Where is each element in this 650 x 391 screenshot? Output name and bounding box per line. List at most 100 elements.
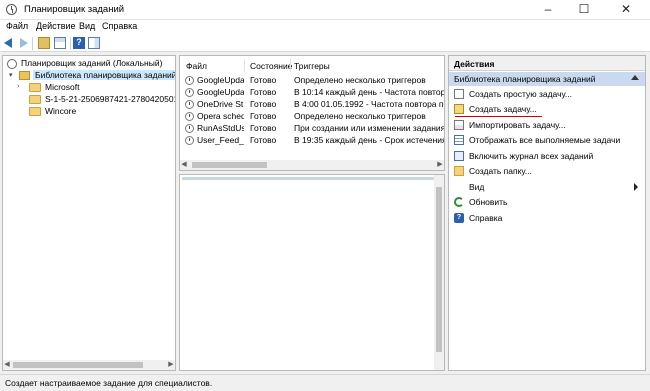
submenu-arrow-icon bbox=[634, 183, 638, 191]
tree-item-root[interactable]: Планировщик заданий (Локальный) bbox=[3, 58, 175, 70]
toolbar-separator bbox=[70, 37, 71, 50]
task-name: GoogleUpda... bbox=[197, 87, 244, 97]
scrollbar-thumb[interactable] bbox=[436, 187, 442, 352]
task-details-pane bbox=[179, 174, 445, 371]
action-new-folder[interactable]: Создать папку... bbox=[449, 164, 645, 178]
table-row[interactable]: User_Feed_S... Готово В 19:35 каждый ден… bbox=[180, 135, 444, 147]
action-refresh[interactable]: Обновить bbox=[449, 195, 645, 209]
task-icon bbox=[185, 124, 194, 133]
task-state: Готово bbox=[250, 99, 277, 109]
action-show-running-tasks[interactable]: Отображать все выполняемые задачи bbox=[449, 133, 645, 147]
action-pane-icon[interactable] bbox=[88, 37, 100, 49]
task-list-horizontal-scrollbar[interactable]: ◀ ▶ bbox=[180, 160, 444, 170]
menu-view[interactable]: Вид bbox=[79, 21, 95, 31]
tree-item-label: Microsoft bbox=[45, 82, 80, 92]
action-label: Вид bbox=[469, 182, 485, 192]
action-create-task[interactable]: Создать задачу... bbox=[449, 102, 645, 116]
task-icon bbox=[185, 100, 194, 109]
task-icon bbox=[185, 112, 194, 121]
actions-title: Действия bbox=[449, 56, 645, 71]
details-header-strip bbox=[182, 177, 442, 180]
scroll-left-icon[interactable]: ◀ bbox=[3, 360, 11, 370]
column-header-triggers[interactable]: Триггеры bbox=[294, 61, 330, 71]
details-vertical-scrollbar[interactable] bbox=[434, 175, 444, 370]
task-state: Готово bbox=[250, 111, 277, 121]
history-log-icon bbox=[454, 151, 464, 161]
table-row[interactable]: Opera sched... Готово Определено несколь… bbox=[180, 111, 444, 123]
table-row[interactable]: RunAsStdUs... Готово При создании или из… bbox=[180, 123, 444, 135]
action-import-task[interactable]: Импортировать задачу... bbox=[449, 118, 645, 132]
toolbar: ? bbox=[0, 35, 650, 52]
column-separator bbox=[244, 59, 245, 72]
action-label: Создать задачу... bbox=[469, 104, 537, 114]
action-label: Создать простую задачу... bbox=[469, 89, 572, 99]
chevron-right-icon[interactable]: › bbox=[17, 83, 19, 90]
task-trigger: В 19:35 каждый день - Срок истечения дей bbox=[294, 135, 444, 145]
forward-icon[interactable] bbox=[17, 37, 29, 49]
task-name: User_Feed_S... bbox=[197, 135, 244, 145]
tree-horizontal-scrollbar[interactable]: ◀ ▶ bbox=[3, 360, 175, 370]
task-scheduler-icon bbox=[7, 59, 17, 69]
close-button[interactable]: ✕ bbox=[602, 0, 650, 20]
chevron-down-icon[interactable]: ▾ bbox=[9, 71, 13, 79]
running-tasks-icon bbox=[454, 135, 464, 145]
task-state: Готово bbox=[250, 87, 277, 97]
task-name: GoogleUpda... bbox=[197, 75, 244, 85]
task-scheduler-app-icon bbox=[6, 4, 17, 15]
action-label: Создать папку... bbox=[469, 166, 532, 176]
title-bar: Планировщик заданий – ☐ ✕ bbox=[0, 0, 650, 20]
column-header-file[interactable]: Файл bbox=[186, 61, 207, 71]
navigation-tree: Планировщик заданий (Локальный) ▾ Библио… bbox=[2, 55, 176, 371]
menu-help[interactable]: Справка bbox=[102, 21, 137, 31]
scroll-right-icon[interactable]: ▶ bbox=[167, 360, 175, 370]
task-name: Opera sched... bbox=[197, 111, 244, 121]
tree-item-label: Планировщик заданий (Локальный) bbox=[21, 58, 163, 68]
task-trigger: Определено несколько триггеров bbox=[294, 111, 426, 121]
action-label: Включить журнал всех заданий bbox=[469, 151, 594, 161]
task-state: Готово bbox=[250, 123, 277, 133]
actions-pane: Действия Библиотека планировщика заданий… bbox=[448, 55, 646, 371]
help-icon[interactable]: ? bbox=[73, 37, 85, 49]
task-list: Файл Состояние Триггеры GoogleUpda... Го… bbox=[179, 55, 445, 171]
action-enable-history[interactable]: Включить журнал всех заданий bbox=[449, 149, 645, 163]
table-row[interactable]: OneDrive St... Готово В 4:00 01.05.1992 … bbox=[180, 99, 444, 111]
actions-group-header[interactable]: Библиотека планировщика заданий bbox=[449, 72, 645, 86]
task-name: RunAsStdUs... bbox=[197, 123, 244, 133]
menu-action[interactable]: Действие bbox=[36, 21, 76, 31]
table-row[interactable]: GoogleUpda... Готово В 10:14 каждый день… bbox=[180, 87, 444, 99]
action-help[interactable]: ? Справка bbox=[449, 211, 645, 225]
toolbar-separator bbox=[32, 37, 33, 50]
scroll-right-icon[interactable]: ▶ bbox=[436, 160, 444, 170]
actions-group-label: Библиотека планировщика заданий bbox=[454, 74, 596, 84]
tree-item-library[interactable]: ▾ Библиотека планировщика заданий bbox=[3, 70, 175, 82]
collapse-icon[interactable] bbox=[631, 75, 639, 80]
refresh-icon bbox=[454, 197, 464, 207]
scrollbar-thumb[interactable] bbox=[192, 162, 267, 168]
up-folder-icon[interactable] bbox=[38, 37, 50, 49]
maximize-button[interactable]: ☐ bbox=[566, 0, 602, 20]
task-trigger: Определено несколько триггеров bbox=[294, 75, 426, 85]
scrollbar-thumb[interactable] bbox=[13, 362, 143, 368]
task-trigger: При создании или изменении задания bbox=[294, 123, 444, 133]
table-row[interactable]: GoogleUpda... Готово Определено нескольк… bbox=[180, 75, 444, 87]
task-state: Готово bbox=[250, 135, 277, 145]
menu-bar: Файл Действие Вид Справка bbox=[0, 20, 650, 35]
action-create-basic-task[interactable]: Создать простую задачу... bbox=[449, 87, 645, 101]
column-header-state[interactable]: Состояние bbox=[250, 61, 292, 71]
task-trigger: В 10:14 каждый день - Частота повтора по… bbox=[294, 87, 444, 97]
minimize-button[interactable]: – bbox=[530, 0, 566, 20]
highlight-underline bbox=[455, 116, 542, 117]
task-icon bbox=[185, 76, 194, 85]
new-folder-icon bbox=[454, 166, 464, 176]
status-bar: Создает настраиваемое задание для специа… bbox=[0, 374, 650, 391]
create-task-icon bbox=[454, 104, 464, 114]
menu-file[interactable]: Файл bbox=[6, 21, 28, 31]
action-view[interactable]: Вид bbox=[449, 180, 645, 194]
tree-item-microsoft[interactable]: › Microsoft bbox=[3, 82, 175, 94]
scroll-left-icon[interactable]: ◀ bbox=[180, 160, 188, 170]
action-label: Справка bbox=[469, 213, 503, 223]
tree-item-sid[interactable]: S-1-5-21-2506987421-2780420501-5989 bbox=[3, 94, 175, 106]
tree-item-wincore[interactable]: Wincore bbox=[3, 106, 175, 118]
show-pane-icon[interactable] bbox=[54, 37, 66, 49]
back-icon[interactable] bbox=[4, 37, 16, 49]
